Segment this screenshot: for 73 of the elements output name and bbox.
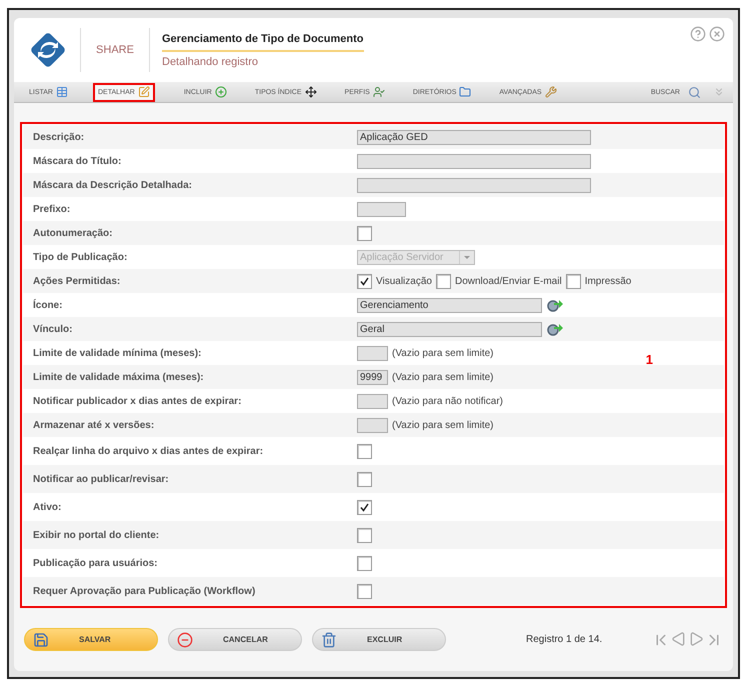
expand-icon[interactable] [713,86,725,98]
field-label: Ícone: [33,300,64,310]
close-icon[interactable] [709,26,725,42]
number-field[interactable] [357,418,388,432]
field-label: Máscara do Título: [33,156,122,166]
search-arrow-icon[interactable] [546,298,564,312]
checkmark-icon [360,502,369,512]
hint-text: (Vazio para sem limite) [392,372,494,382]
field-label: Publicação para usuários: [33,558,158,568]
field-label: Prefixo: [33,204,72,214]
checkbox[interactable] [357,528,372,542]
search-icon [688,86,701,98]
checkbox[interactable] [357,556,372,570]
hint-text: (Vazio para não notificar) [392,396,503,406]
wrench-icon [544,86,557,98]
folder-icon [459,86,472,98]
hint-text: (Vazio para sem limite) [392,348,494,358]
checkmark-icon [360,276,369,286]
text-field[interactable]: Geral [357,322,542,336]
checkbox[interactable] [436,274,451,288]
trash-icon [321,632,337,648]
field-label: Limite de validade mínima (meses): [33,348,202,358]
pencil-icon [138,86,150,98]
number-field[interactable] [357,394,388,408]
cancel-button[interactable]: CANCELAR [168,628,302,651]
option-label: Impressão [584,276,632,286]
text-field[interactable]: Gerenciamento [357,298,542,312]
annotation-number: 1 [646,352,653,367]
number-field[interactable] [357,346,388,360]
field-label: Máscara da Descrição Detalhada: [33,180,193,190]
field-label: Ações Permitidas: [33,276,122,286]
help-icon[interactable] [690,26,706,42]
brand-name: SHARE [95,44,135,56]
checkbox[interactable] [357,500,372,514]
checkbox[interactable] [357,472,372,486]
record-counter: Registro 1 de 14. [526,634,602,645]
field-label: Vínculo: [33,324,74,334]
checkbox[interactable] [566,274,581,288]
checkbox[interactable] [357,444,372,458]
page-title: Gerenciamento de Tipo de Documento [162,32,364,52]
number-field[interactable]: 9999 [357,370,388,384]
save-button[interactable]: SALVAR [24,628,158,651]
minus-circle-icon [177,632,193,648]
field-label: Notificar ao publicar/revisar: [33,474,170,484]
previous-icon[interactable] [671,630,687,646]
field-label: Realçar linha do arquivo x dias antes de expirar: [33,446,264,456]
field-label: Limite de validade máxima (meses): [33,372,205,382]
hint-text: (Vazio para sem limite) [392,420,494,430]
table-icon [56,86,68,98]
checkbox[interactable] [357,274,372,288]
field-label: Autonumeração: [33,228,114,238]
text-field[interactable]: Aplicação GED [357,130,591,144]
page-subtitle: Detalhando registro [162,56,260,68]
next-icon[interactable] [688,630,704,646]
field-label: Ativo: [33,502,62,512]
field-label: Exibir no portal do cliente: [33,530,160,540]
move-icon [304,86,317,98]
option-label: Visualização [376,276,432,286]
text-field[interactable] [357,178,591,192]
checkbox[interactable] [357,226,372,240]
user-check-icon [372,86,385,98]
field-label: Descrição: [33,132,86,142]
search-arrow-icon[interactable] [546,322,564,336]
field-label: Notificar publicador x dias antes de expirar: [33,396,242,406]
option-label: Download/Enviar E-mail [454,276,562,286]
plus-circle-icon [214,86,227,98]
field-label: Requer Aprovação para Publicação (Workflow) [33,586,256,596]
text-field[interactable] [357,154,591,168]
field-label: Armazenar até x versões: [33,420,156,430]
delete-button[interactable]: EXCLUIR [312,628,446,651]
checkbox[interactable] [357,584,372,598]
field-label: Tipo de Publicação: [33,252,128,262]
text-field[interactable] [357,202,406,216]
